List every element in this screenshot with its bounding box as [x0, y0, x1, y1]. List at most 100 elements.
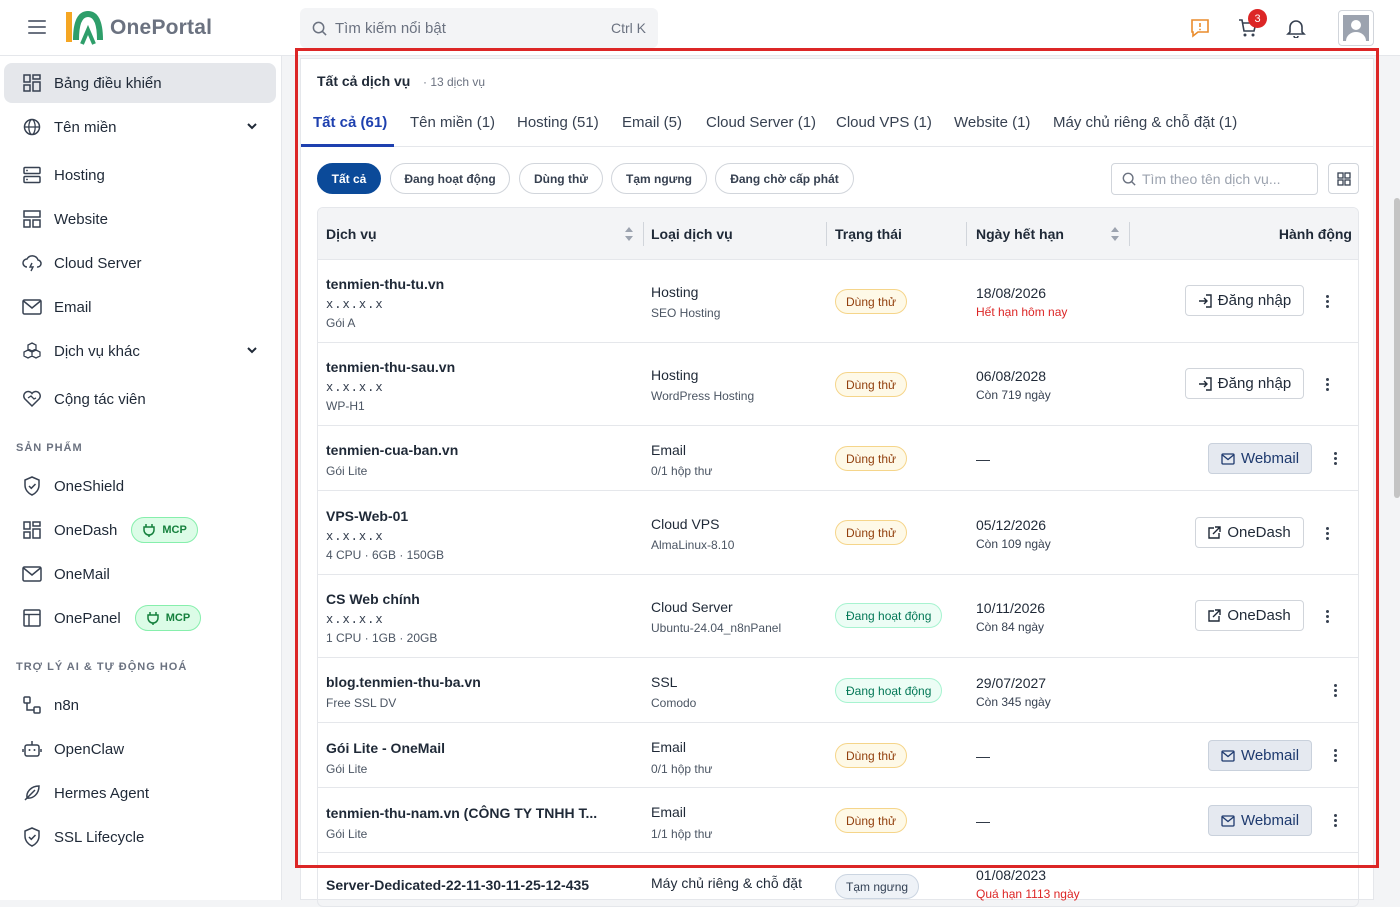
filter-active[interactable]: Đang hoạt động: [390, 163, 510, 194]
sidebar-item-label: OneMail: [54, 565, 110, 583]
expiry-date: 18/08/2026: [976, 285, 1047, 301]
more-actions-icon[interactable]: [1334, 749, 1338, 762]
more-actions-icon[interactable]: [1326, 295, 1330, 308]
service-name[interactable]: CS Web chính: [326, 591, 420, 607]
sidebar-item-cloud-server[interactable]: Cloud Server: [4, 243, 276, 283]
sidebar-item-onedash[interactable]: OneDash MCP: [4, 510, 276, 550]
service-name[interactable]: tenmien-thu-tu.vn: [326, 276, 444, 292]
sidebar-item-dashboard[interactable]: Bảng điều khiển: [4, 63, 276, 103]
sidebar-item-n8n[interactable]: n8n: [4, 685, 276, 725]
mail-icon: [1221, 749, 1235, 762]
sidebar-item-domains[interactable]: Tên miền: [4, 107, 276, 147]
mcp-badge-label: MCP: [165, 612, 191, 624]
service-search-input[interactable]: Tìm theo tên dịch vụ...: [1111, 163, 1318, 195]
filter-trial[interactable]: Dùng thử: [519, 163, 603, 194]
webmail-button[interactable]: Webmail: [1208, 443, 1312, 474]
sidebar-item-label: Cloud Server: [54, 254, 142, 272]
tab-cloud-server[interactable]: Cloud Server (1): [706, 114, 816, 131]
column-divider: [966, 222, 967, 246]
oneportal-logo-icon: [66, 10, 103, 45]
tab-all[interactable]: Tất cả (61): [313, 114, 387, 131]
table-row: tenmien-thu-sau.vn x.x.x.x WP-H1 Hosting…: [318, 343, 1358, 426]
login-button-label: Đăng nhập: [1217, 292, 1292, 309]
service-ip: x.x.x.x: [326, 612, 384, 626]
login-icon: [1198, 376, 1212, 391]
expiry-remaining: Còn 84 ngày: [976, 620, 1045, 634]
webmail-button[interactable]: Webmail: [1208, 805, 1312, 836]
tab-dedicated[interactable]: Máy chủ riêng & chỗ đặt (1): [1053, 114, 1237, 131]
tab-cloud-vps[interactable]: Cloud VPS (1): [836, 114, 932, 131]
service-name[interactable]: VPS-Web-01: [326, 508, 408, 524]
sidebar-item-oneshield[interactable]: OneShield: [4, 466, 276, 506]
cubes-icon: [22, 341, 42, 361]
service-type: Email: [651, 442, 687, 458]
scrollbar-thumb[interactable]: [1394, 198, 1400, 498]
sidebar-item-label: OpenClaw: [54, 740, 125, 758]
sidebar-item-label: Website: [54, 210, 108, 228]
more-actions-icon[interactable]: [1326, 527, 1330, 540]
sidebar-item-website[interactable]: Website: [4, 199, 276, 239]
webmail-button[interactable]: Webmail: [1208, 740, 1312, 771]
sidebar-item-affiliate[interactable]: Cộng tác viên: [4, 379, 276, 419]
more-actions-icon[interactable]: [1334, 452, 1338, 465]
filter-paused[interactable]: Tạm ngưng: [611, 163, 707, 194]
filter-all[interactable]: Tất cả: [317, 163, 381, 194]
user-avatar[interactable]: [1338, 10, 1374, 46]
globe-icon: [22, 117, 42, 137]
login-button[interactable]: Đăng nhập: [1185, 285, 1304, 316]
filter-pending[interactable]: Đang chờ cấp phát: [715, 163, 854, 194]
app-logo[interactable]: OnePortal: [64, 10, 212, 46]
sidebar-item-email[interactable]: Email: [4, 287, 276, 327]
service-plan: Gói A: [326, 316, 356, 330]
menu-icon[interactable]: [28, 20, 46, 34]
sort-icon[interactable]: [624, 226, 634, 242]
mail-icon: [22, 564, 42, 584]
grid-view-button[interactable]: [1328, 163, 1359, 194]
login-button[interactable]: Đăng nhập: [1185, 368, 1304, 399]
sidebar-item-onemail[interactable]: OneMail: [4, 554, 276, 594]
tab-domains[interactable]: Tên miền (1): [410, 114, 495, 131]
service-name[interactable]: tenmien-thu-nam.vn (CÔNG TY TNHH T...: [326, 805, 597, 821]
column-divider: [1129, 222, 1130, 246]
more-actions-icon[interactable]: [1334, 684, 1338, 697]
sidebar-item-other-services[interactable]: Dịch vụ khác: [4, 331, 276, 371]
status-badge: Dùng thử: [835, 743, 908, 768]
tab-email[interactable]: Email (5): [622, 114, 682, 131]
table-header: Dịch vụ Loại dịch vụ Trạng thái Ngày hết…: [318, 208, 1358, 260]
service-type-detail: AlmaLinux-8.10: [651, 538, 735, 552]
sidebar-item-ssl-lifecycle[interactable]: SSL Lifecycle: [4, 817, 276, 857]
more-actions-icon[interactable]: [1326, 378, 1330, 391]
bell-icon[interactable]: [1286, 18, 1306, 38]
status-badge: Dùng thử: [835, 520, 908, 545]
more-actions-icon[interactable]: [1326, 610, 1330, 623]
expiry-date: 29/07/2027: [976, 675, 1047, 691]
service-name[interactable]: Gói Lite - OneMail: [326, 740, 445, 756]
sort-icon[interactable]: [1110, 226, 1120, 242]
onedash-button[interactable]: OneDash: [1195, 600, 1304, 631]
service-plan: WP-H1: [326, 399, 365, 413]
sidebar-item-hosting[interactable]: Hosting: [4, 155, 276, 195]
sidebar-item-onepanel[interactable]: OnePanel MCP: [4, 598, 276, 638]
sidebar-item-hermes-agent[interactable]: Hermes Agent: [4, 773, 276, 813]
tab-website[interactable]: Website (1): [954, 114, 1030, 131]
column-expiry[interactable]: Ngày hết hạn: [976, 226, 1064, 242]
tab-hosting[interactable]: Hosting (51): [517, 114, 599, 131]
service-type: Cloud Server: [651, 599, 733, 615]
more-actions-icon[interactable]: [1334, 814, 1338, 827]
service-name[interactable]: Server-Dedicated-22-11-30-11-25-12-435: [326, 877, 589, 893]
service-name[interactable]: tenmien-thu-sau.vn: [326, 359, 455, 375]
column-service[interactable]: Dịch vụ: [326, 226, 377, 242]
global-search[interactable]: Tìm kiếm nổi bật Ctrl K: [300, 8, 658, 48]
status-badge: Dùng thử: [835, 808, 908, 833]
service-type: Hosting: [651, 284, 699, 300]
service-name[interactable]: tenmien-cua-ban.vn: [326, 442, 458, 458]
expiry-date: —: [976, 451, 990, 467]
onedash-button[interactable]: OneDash: [1195, 517, 1304, 548]
service-plan: Gói Lite: [326, 464, 368, 478]
shield-check-icon: [22, 827, 42, 847]
expiry-remaining: Hết hạn hôm nay: [976, 305, 1068, 319]
webmail-button-label: Webmail: [1240, 747, 1300, 764]
service-name[interactable]: blog.tenmien-thu-ba.vn: [326, 674, 481, 690]
feedback-icon[interactable]: [1190, 18, 1210, 38]
sidebar-item-openclaw[interactable]: OpenClaw: [4, 729, 276, 769]
